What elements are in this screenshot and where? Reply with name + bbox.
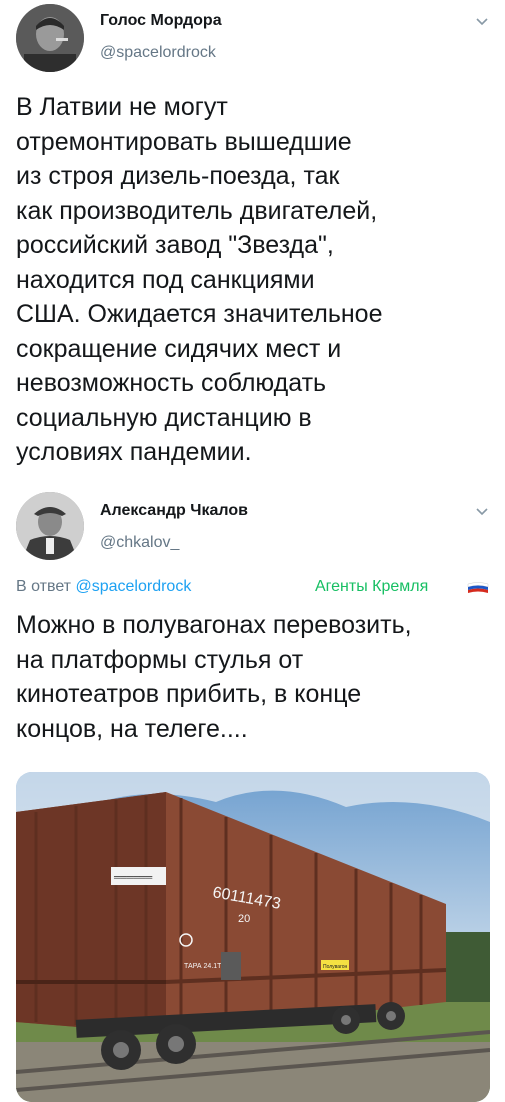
reply-prefix: В ответ xyxy=(16,578,72,595)
display-name[interactable]: Голос Мордора xyxy=(100,12,222,30)
text-line: условиях пандемии. xyxy=(16,438,252,466)
text-line: из строя дизель-поезда, так xyxy=(16,162,340,190)
tweet-original: Голос Мордора @spacelordrock В Латвии не… xyxy=(0,0,505,490)
text-line: В Латвии не могут xyxy=(16,93,228,121)
tweet-reply: Александр Чкалов @chkalov_ В ответ @spac… xyxy=(0,490,505,1102)
russia-flag-icon xyxy=(467,582,489,593)
handle[interactable]: @spacelordrock xyxy=(100,44,216,62)
tweet-text: В Латвии не могут отремонтировать вышедш… xyxy=(16,90,382,470)
attached-photo[interactable]: ══════ 60111473 20 ТАРА 24.1Т Полувагон xyxy=(16,772,490,1102)
text-line: отремонтировать вышедшие xyxy=(16,127,352,156)
text-line: США. Ожидается значительное xyxy=(16,300,383,328)
text-line: социальную дистанцию в xyxy=(16,403,312,432)
text-line: как производитель двигателей, xyxy=(16,196,378,225)
wagon-tare-label: ТАРА 24.1Т xyxy=(184,963,222,970)
chevron-down-icon[interactable] xyxy=(474,14,490,30)
text-line: сокращение сидячих мест и xyxy=(16,334,342,363)
tweet-text: Можно в полувагонах перевозить, на платф… xyxy=(16,608,412,746)
wagon-label: ══════ xyxy=(113,872,153,882)
kremlin-agents-badge: Агенты Кремля xyxy=(315,578,429,595)
text-line: находится под санкциями xyxy=(16,265,315,294)
text-line: кинотеатров прибить, в конце xyxy=(16,680,362,708)
reply-mention-link[interactable]: @spacelordrock xyxy=(75,578,191,595)
display-name[interactable]: Александр Чкалов xyxy=(100,502,248,520)
avatar[interactable] xyxy=(16,4,84,72)
wagon-plate: Полувагон xyxy=(323,964,348,970)
text-line: невозможность соблюдать xyxy=(16,369,327,397)
reply-context: В ответ @spacelordrock xyxy=(16,578,191,596)
text-line: концов, на телеге.... xyxy=(16,714,248,743)
wagon-small-label: 20 xyxy=(238,913,250,925)
chevron-down-icon[interactable] xyxy=(474,504,490,520)
text-line: на платформы стулья от xyxy=(16,645,304,674)
avatar[interactable] xyxy=(16,492,84,560)
text-line: российский завод "Звезда", xyxy=(16,231,334,259)
text-line: Можно в полувагонах перевозить, xyxy=(16,611,412,639)
handle[interactable]: @chkalov_ xyxy=(100,534,179,552)
freight-wagon-photo: ══════ 60111473 20 ТАРА 24.1Т Полувагон xyxy=(16,772,490,1102)
